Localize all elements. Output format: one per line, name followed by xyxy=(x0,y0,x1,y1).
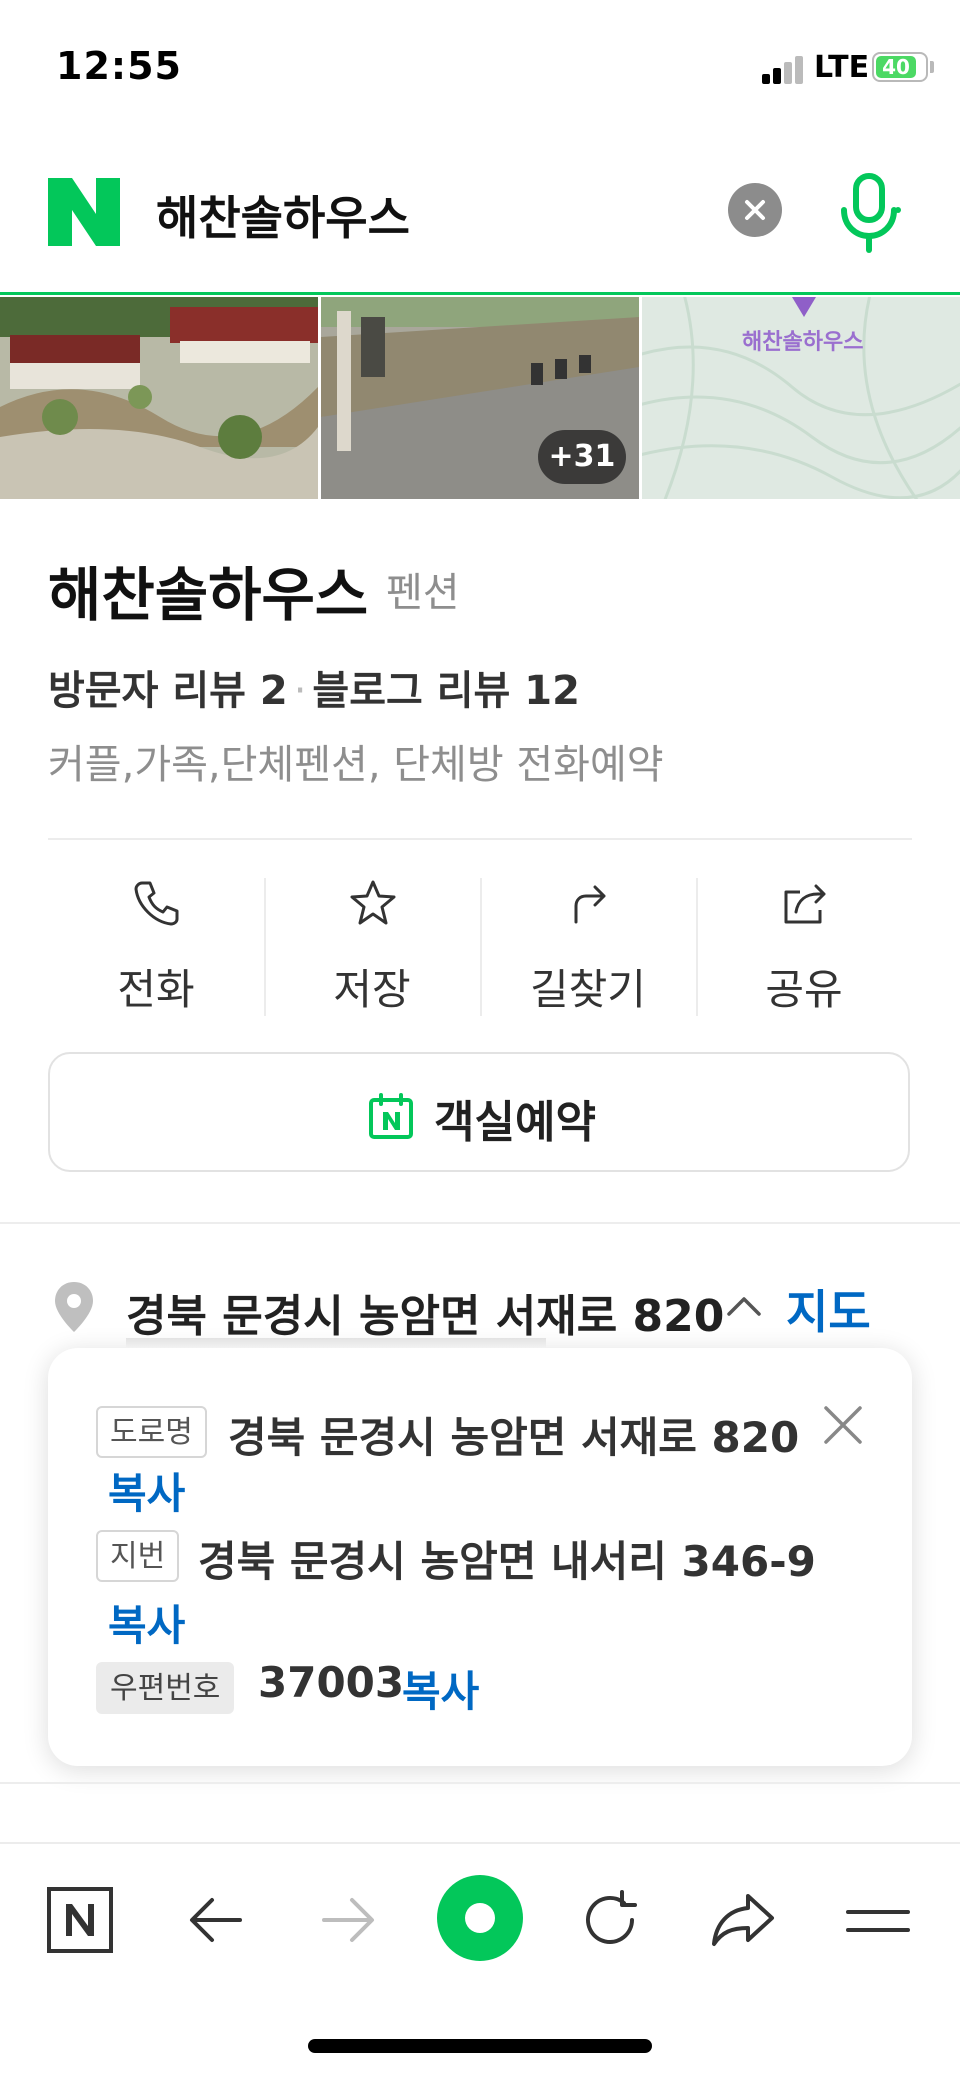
copy-postal-code-button[interactable]: 복사 xyxy=(402,1658,479,1719)
share-button[interactable]: 공유 xyxy=(696,874,912,1014)
map-place-label: 해찬솔하우스 xyxy=(742,330,864,355)
microphone-icon xyxy=(841,173,901,253)
place-description: 커플,가족,단체펜션, 단체방 전화예약 xyxy=(48,742,664,788)
menu-icon xyxy=(846,1910,910,1932)
visitor-reviews-link[interactable]: 방문자 리뷰 2 xyxy=(48,668,288,714)
save-label: 저장 xyxy=(333,965,411,1014)
signal-icon xyxy=(762,54,806,84)
directions-button[interactable]: 길찾기 xyxy=(480,874,696,1014)
clear-search-button[interactable] xyxy=(728,183,782,237)
copy-lot-address-button[interactable]: 복사 xyxy=(108,1592,185,1653)
call-label: 전화 xyxy=(117,965,195,1014)
directions-label: 길찾기 xyxy=(530,965,646,1014)
phone-icon xyxy=(134,881,179,926)
call-button[interactable]: 전화 xyxy=(48,874,264,1014)
back-button[interactable] xyxy=(180,1884,252,1956)
review-summary: 방문자 리뷰 2 · 블로그 리뷰 12 xyxy=(48,658,580,716)
naver-logo[interactable] xyxy=(48,178,120,246)
reload-icon xyxy=(586,1890,637,1944)
green-dot-button[interactable] xyxy=(436,1874,524,1962)
postal-code: 37003 xyxy=(258,1658,405,1707)
naver-n-icon xyxy=(47,1887,113,1953)
network-type: LTE xyxy=(814,50,870,85)
star-icon xyxy=(350,880,396,925)
battery-icon: 40 xyxy=(872,52,928,82)
blog-reviews-link[interactable]: 블로그 리뷰 12 xyxy=(312,668,580,714)
naver-home-button[interactable] xyxy=(44,1884,116,1956)
battery-level: 40 xyxy=(882,55,910,79)
share-label: 공유 xyxy=(765,965,843,1014)
review-separator: · xyxy=(293,668,307,714)
close-icon xyxy=(745,200,765,220)
chevron-up-icon[interactable] xyxy=(726,1294,762,1318)
share-icon xyxy=(784,884,826,924)
location-pin-icon xyxy=(52,1280,96,1334)
lot-address: 경북 문경시 농암면 내서리 346-9 xyxy=(198,1537,816,1586)
room-reservation-label: 객실예약 xyxy=(434,1097,596,1148)
browser-toolbar xyxy=(0,1842,960,1994)
reload-button[interactable] xyxy=(574,1884,646,1956)
share-page-button[interactable] xyxy=(708,1884,780,1956)
forward-share-icon xyxy=(712,1894,774,1946)
green-dot-icon xyxy=(437,1875,523,1961)
place-photo-1[interactable] xyxy=(0,297,318,499)
directions-icon xyxy=(574,885,606,924)
section-divider xyxy=(0,1222,960,1224)
header-divider xyxy=(0,292,960,295)
menu-button[interactable] xyxy=(842,1884,914,1956)
section-divider xyxy=(0,1782,960,1784)
info-divider xyxy=(48,838,912,840)
voice-search-button[interactable] xyxy=(836,172,902,254)
road-address: 경북 문경시 농암면 서재로 820 xyxy=(228,1413,800,1462)
arrow-right-icon xyxy=(322,1898,374,1942)
map-link[interactable]: 지도 xyxy=(786,1276,871,1342)
more-photos-count[interactable]: +31 xyxy=(538,430,626,484)
address-detail-popup: 도로명 경북 문경시 농암면 서재로 820 복사 지번 경북 문경시 농암면 … xyxy=(48,1348,912,1766)
postal-code-tag: 우편번호 xyxy=(96,1662,235,1714)
lot-address-tag: 지번 xyxy=(96,1530,180,1582)
forward-button[interactable] xyxy=(312,1884,384,1956)
road-address-tag: 도로명 xyxy=(96,1406,207,1458)
naver-booking-icon xyxy=(369,1093,413,1139)
status-time: 12:55 xyxy=(56,44,182,88)
search-query[interactable]: 해찬솔하우스 xyxy=(156,182,410,248)
address-main[interactable]: 경북 문경시 농암면 서재로 820 xyxy=(126,1280,724,1344)
close-icon[interactable] xyxy=(822,1404,864,1446)
copy-road-address-button[interactable]: 복사 xyxy=(108,1460,185,1521)
battery-tip xyxy=(930,61,934,73)
place-category: 펜션 xyxy=(386,570,460,616)
save-button[interactable]: 저장 xyxy=(264,874,480,1014)
home-indicator xyxy=(308,2039,652,2053)
hidden-row-peek xyxy=(126,1338,546,1348)
room-reservation-button[interactable]: 객실예약 xyxy=(48,1052,910,1172)
place-name: 해찬솔하우스 xyxy=(48,561,369,629)
arrow-left-icon xyxy=(190,1898,242,1942)
